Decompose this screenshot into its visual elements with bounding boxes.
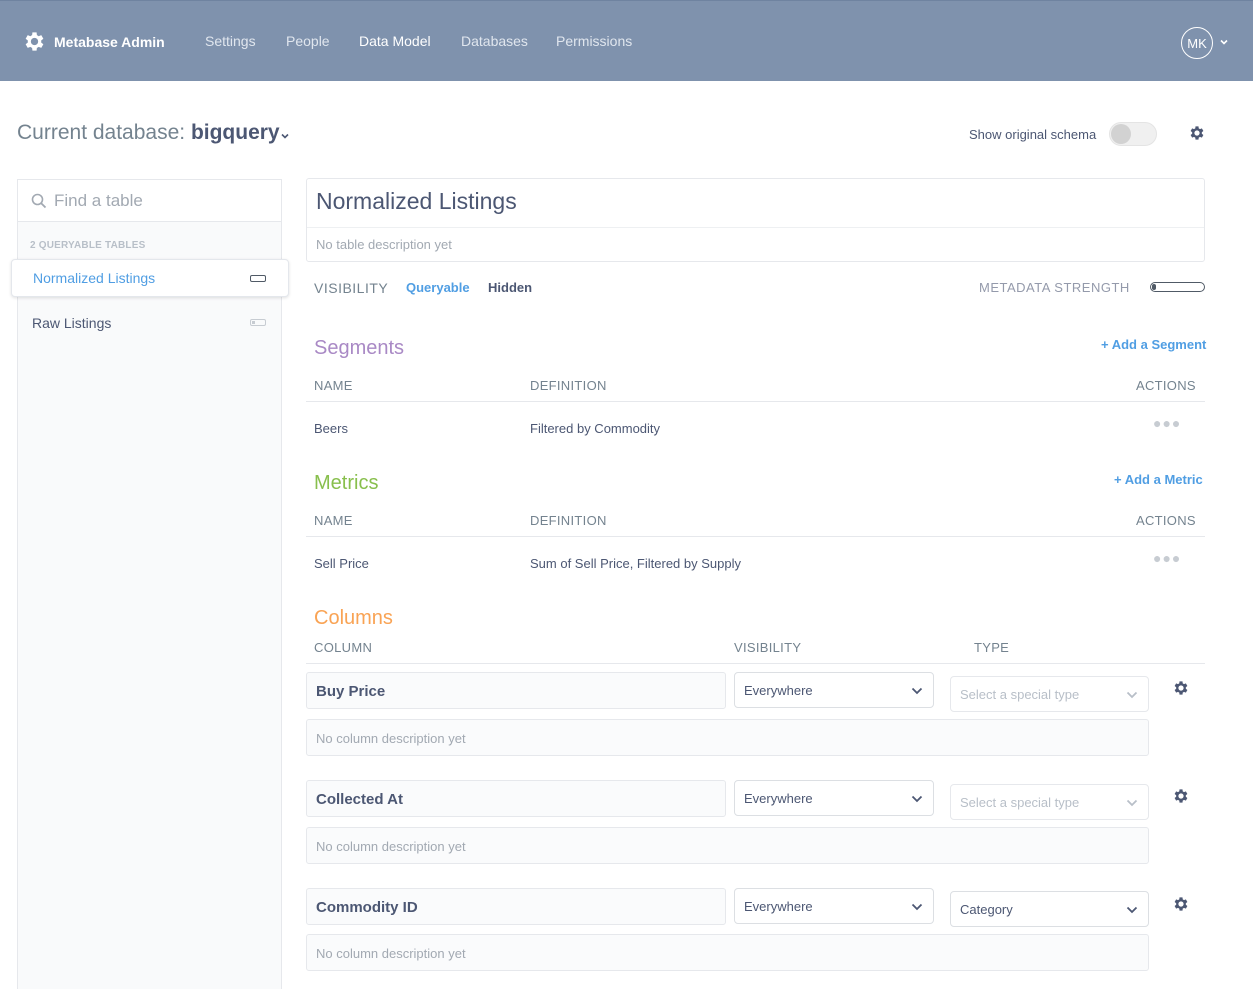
metric-name: Sell Price xyxy=(314,556,369,571)
column-name-input[interactable]: Buy Price xyxy=(306,672,726,709)
current-database-title[interactable]: Current database: bigquery xyxy=(17,121,280,145)
metrics-actions-header: ACTIONS xyxy=(1136,513,1196,528)
nav-settings[interactable]: Settings xyxy=(205,33,256,49)
table-name-input[interactable]: Normalized Listings xyxy=(316,188,517,215)
metric-definition: Sum of Sell Price, Filtered by Supply xyxy=(530,556,741,571)
chevron-down-icon[interactable] xyxy=(280,132,290,140)
nav-people[interactable]: People xyxy=(286,33,330,49)
chevron-down-icon xyxy=(911,687,923,695)
select-value: Everywhere xyxy=(744,683,813,698)
chevron-down-icon xyxy=(1126,691,1138,699)
columns-visibility-header: VISIBILITY xyxy=(734,640,802,655)
table-search xyxy=(18,180,281,222)
gear-icon[interactable] xyxy=(1172,895,1190,913)
current-database-prefix: Current database: xyxy=(17,121,191,144)
show-original-schema-toggle[interactable] xyxy=(1109,122,1157,146)
column-description-input[interactable]: No column description yet xyxy=(306,934,1149,971)
column-description: No column description yet xyxy=(316,731,466,746)
column-visibility-select[interactable]: Everywhere xyxy=(734,672,934,708)
metrics-title: Metrics xyxy=(314,472,379,494)
segments-title: Segments xyxy=(314,337,405,359)
select-value: Everywhere xyxy=(744,899,813,914)
column-description-input[interactable]: No column description yet xyxy=(306,719,1149,756)
columns-type-header: TYPE xyxy=(974,640,1010,655)
visibility-option-hidden[interactable]: Hidden xyxy=(488,280,532,295)
divider xyxy=(306,401,1205,402)
nav-data-model[interactable]: Data Model xyxy=(359,33,431,49)
visibility-label: VISIBILITY xyxy=(314,280,389,296)
segment-name: Beers xyxy=(314,421,348,436)
metadata-strength-bar xyxy=(1150,282,1205,292)
nav-permissions[interactable]: Permissions xyxy=(556,33,632,49)
user-avatar[interactable]: MK xyxy=(1181,27,1213,59)
sidebar-table-label: Raw Listings xyxy=(32,315,112,331)
divider xyxy=(307,227,1204,228)
columns-column-header: COLUMN xyxy=(314,640,373,655)
column-name-input[interactable]: Collected At xyxy=(306,780,726,817)
column-name-input[interactable]: Commodity ID xyxy=(306,888,726,925)
visibility-option-queryable[interactable]: Queryable xyxy=(406,280,470,295)
brand-label: Metabase Admin xyxy=(54,33,165,50)
table-sidebar: 2 QUERYABLE TABLES Normalized Listings R… xyxy=(11,179,289,989)
column-name: Commodity ID xyxy=(316,899,418,916)
brand[interactable]: Metabase Admin xyxy=(22,29,165,54)
segment-definition: Filtered by Commodity xyxy=(530,421,661,436)
queryable-tables-count: 2 QUERYABLE TABLES xyxy=(30,240,146,251)
add-segment-link[interactable]: + Add a Segment xyxy=(1101,337,1206,352)
segments-definition-header: DEFINITION xyxy=(530,378,607,393)
show-original-schema-label: Show original schema xyxy=(969,127,1097,142)
ellipsis-icon[interactable]: ●●● xyxy=(1153,550,1181,566)
admin-navbar: Metabase Admin Settings People Data Mode… xyxy=(0,0,1253,81)
sidebar-table-normalized-listings[interactable]: Normalized Listings xyxy=(11,259,289,297)
gear-icon xyxy=(25,32,44,51)
column-description: No column description yet xyxy=(316,839,466,854)
divider xyxy=(306,536,1205,537)
chevron-down-icon xyxy=(911,795,923,803)
column-special-type-select[interactable]: Category xyxy=(950,891,1149,927)
gear-icon[interactable] xyxy=(1172,787,1190,805)
column-description: No column description yet xyxy=(316,946,466,961)
column-name: Collected At xyxy=(316,791,403,808)
column-visibility-select[interactable]: Everywhere xyxy=(734,888,934,924)
divider xyxy=(306,663,1205,664)
add-metric-link[interactable]: + Add a Metric xyxy=(1114,472,1203,487)
metrics-definition-header: DEFINITION xyxy=(530,513,607,528)
column-special-type-select[interactable]: Select a special type xyxy=(950,676,1149,712)
select-value: Select a special type xyxy=(960,687,1080,702)
sidebar-table-label: Normalized Listings xyxy=(33,270,156,286)
column-description-input[interactable]: No column description yet xyxy=(306,827,1149,864)
select-value: Category xyxy=(960,902,1013,917)
chevron-down-icon xyxy=(1126,799,1138,807)
chevron-down-icon[interactable] xyxy=(1219,37,1229,47)
search-icon xyxy=(31,193,47,209)
columns-title: Columns xyxy=(314,607,393,629)
metadata-strength-icon xyxy=(250,275,266,282)
metadata-strength-icon xyxy=(250,319,266,326)
sidebar-table-raw-listings[interactable]: Raw Listings xyxy=(18,304,281,342)
gear-icon[interactable] xyxy=(1188,124,1206,142)
toggle-knob xyxy=(1111,124,1131,144)
column-special-type-select[interactable]: Select a special type xyxy=(950,784,1149,820)
column-name: Buy Price xyxy=(316,683,386,700)
table-search-input[interactable] xyxy=(54,189,264,213)
segments-actions-header: ACTIONS xyxy=(1136,378,1196,393)
ellipsis-icon[interactable]: ●●● xyxy=(1153,415,1181,431)
gear-icon[interactable] xyxy=(1172,679,1190,697)
current-database-name: bigquery xyxy=(190,121,280,144)
segments-name-header: NAME xyxy=(314,378,353,393)
column-visibility-select[interactable]: Everywhere xyxy=(734,780,934,816)
nav-databases[interactable]: Databases xyxy=(461,33,528,49)
select-value: Select a special type xyxy=(960,795,1080,810)
table-description-input[interactable]: No table description yet xyxy=(316,237,452,252)
metrics-name-header: NAME xyxy=(314,513,353,528)
select-value: Everywhere xyxy=(744,791,813,806)
metadata-strength-label: METADATA STRENGTH xyxy=(979,280,1130,295)
chevron-down-icon xyxy=(911,903,923,911)
table-details-box: Normalized Listings No table description… xyxy=(306,178,1205,262)
chevron-down-icon xyxy=(1126,906,1138,914)
